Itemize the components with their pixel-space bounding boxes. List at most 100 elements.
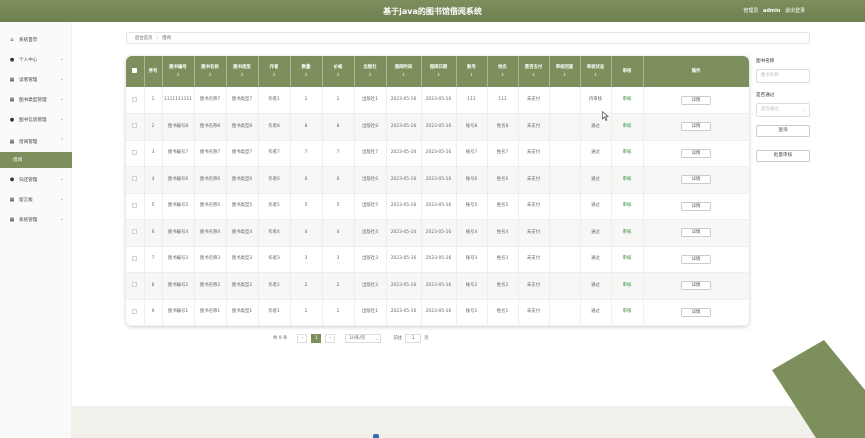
- page-size-select[interactable]: 10条/页 ⌄: [345, 333, 382, 343]
- row-select-cell: [126, 193, 145, 220]
- sidebar-item-book-types[interactable]: ▦ 图书类型管理 ⌄: [0, 91, 72, 109]
- table-cell: 出版社1: [354, 87, 387, 114]
- row-checkbox[interactable]: [132, 202, 138, 208]
- sort-icon[interactable]: ⇕: [388, 72, 420, 78]
- goto-page-input[interactable]: 1: [405, 333, 422, 343]
- grid-icon: ▦: [9, 77, 15, 83]
- row-checkbox[interactable]: [132, 176, 138, 182]
- column-header[interactable]: 图书名称 ⇕: [194, 56, 227, 87]
- row-select-cell: [126, 246, 145, 273]
- sort-icon[interactable]: ⇕: [551, 72, 579, 78]
- column-header[interactable]: 审核状态 ⇕: [580, 56, 612, 87]
- sidebar-item-readers[interactable]: ▦ 读者管理 ⌄: [0, 71, 72, 89]
- table-cell: 未支付: [518, 299, 550, 326]
- sort-icon[interactable]: ⇕: [423, 72, 455, 78]
- table-cell: 账号2: [456, 272, 488, 300]
- table-cell: 未支付: [518, 246, 550, 273]
- sort-icon[interactable]: ⇕: [458, 72, 486, 78]
- pass-filter-select[interactable]: 是否通过 ⌄: [756, 103, 810, 117]
- audit-link[interactable]: 审核: [623, 256, 632, 261]
- row-checkbox[interactable]: [132, 149, 138, 155]
- home-icon: ⌂: [10, 37, 14, 43]
- detail-button[interactable]: 详情: [681, 307, 711, 317]
- grid-icon: ▦: [9, 97, 15, 103]
- column-header[interactable]: 价格 ⇕: [322, 56, 355, 87]
- column-header[interactable]: 数量 ⇕: [290, 56, 323, 87]
- row-checkbox[interactable]: [132, 308, 138, 314]
- audit-link[interactable]: 审核: [623, 150, 632, 155]
- app-title: 基于java的图书馆借阅系统: [383, 7, 482, 16]
- table-cell: [549, 166, 581, 194]
- batch-audit-button[interactable]: 批量审核: [756, 150, 810, 162]
- audit-link[interactable]: 审核: [623, 309, 632, 314]
- row-checkbox[interactable]: [132, 96, 138, 102]
- row-checkbox[interactable]: [132, 123, 138, 129]
- detail-button[interactable]: 详情: [681, 228, 711, 238]
- table-cell: 姓名2: [487, 272, 519, 300]
- table-row: 2 图书编号8 图书名称8 图书类型8 作者8 8 8 出版社8 2023-05-16 2023-…: [126, 113, 749, 141]
- column-header[interactable]: 图书类型 ⇕: [226, 56, 259, 87]
- sidebar-item-profile[interactable]: ● 个人中心 ⌄: [0, 51, 72, 69]
- column-header[interactable]: 审核回复 ⇕: [549, 56, 581, 87]
- audit-cell: 审核: [611, 272, 644, 300]
- column-header[interactable]: 账号 ⇕: [456, 56, 488, 87]
- table-cell: 3: [144, 140, 163, 167]
- audit-link[interactable]: 审核: [623, 97, 632, 102]
- sort-icon[interactable]: ⇕: [260, 72, 289, 78]
- page-1-button[interactable]: 1: [311, 333, 322, 343]
- prev-page-button[interactable]: ‹: [297, 333, 308, 343]
- audit-link[interactable]: 审核: [623, 283, 632, 288]
- row-checkbox[interactable]: [132, 255, 138, 261]
- table-cell: 通过: [580, 272, 612, 300]
- scrollbar-thumb[interactable]: [373, 434, 379, 438]
- sort-icon[interactable]: ⇕: [228, 72, 257, 78]
- audit-link[interactable]: 审核: [623, 124, 632, 129]
- sort-icon[interactable]: ⇕: [196, 72, 225, 78]
- breadcrumb-home[interactable]: 后台首页: [135, 35, 153, 41]
- sidebar-item-book-info[interactable]: ● 图书信息管理 ⌄: [0, 111, 72, 129]
- sort-icon[interactable]: ⇕: [520, 72, 548, 78]
- column-header[interactable]: 借阅时间 ⇕: [386, 56, 422, 87]
- book-name-input[interactable]: 图书名称: [756, 69, 810, 83]
- sort-icon[interactable]: ⇕: [356, 72, 385, 78]
- detail-button[interactable]: 详情: [681, 201, 711, 211]
- detail-button[interactable]: 详情: [681, 148, 711, 158]
- audit-link[interactable]: 审核: [623, 177, 632, 182]
- sort-icon[interactable]: ⇕: [489, 72, 517, 78]
- detail-button[interactable]: 详情: [681, 281, 711, 291]
- table-cell: 1: [144, 87, 163, 114]
- audit-link[interactable]: 审核: [623, 203, 632, 208]
- row-checkbox[interactable]: [132, 282, 138, 288]
- goto-prefix: 前往: [393, 336, 403, 341]
- column-header-label: 出版社: [363, 65, 377, 70]
- column-header[interactable]: 图书编号 ⇕: [162, 56, 195, 87]
- column-header[interactable]: 借阅日期 ⇕: [421, 56, 457, 87]
- table-cell: 2023-05-16: [421, 113, 457, 141]
- detail-button[interactable]: 详情: [681, 254, 711, 264]
- sort-icon[interactable]: ⇕: [582, 72, 610, 78]
- audit-link[interactable]: 审核: [623, 230, 632, 235]
- sidebar-item-messages[interactable]: ▦ 留言板 ⌄: [0, 191, 72, 209]
- logout-link[interactable]: 退出登录: [785, 8, 805, 14]
- sort-icon[interactable]: ⇕: [292, 72, 321, 78]
- sidebar-item-home[interactable]: ⌂ 系统首页: [0, 31, 72, 49]
- sort-icon[interactable]: ⇕: [324, 72, 353, 78]
- sidebar-item-return[interactable]: ⬢ 归还管理 ⌄: [0, 171, 72, 189]
- column-header[interactable]: 是否支付 ⇕: [518, 56, 550, 87]
- detail-button[interactable]: 详情: [681, 122, 711, 132]
- sidebar-item-system[interactable]: ▦ 系统管理 ⌄: [0, 211, 72, 229]
- detail-button[interactable]: 详情: [681, 175, 711, 185]
- sidebar-subitem-borrow[interactable]: 借阅: [0, 152, 72, 168]
- query-button[interactable]: 查询: [756, 125, 810, 137]
- column-header[interactable]: 出版社 ⇕: [354, 56, 387, 87]
- row-select-cell: [126, 87, 145, 114]
- next-page-button[interactable]: ›: [325, 333, 336, 343]
- column-header[interactable]: 作者 ⇕: [258, 56, 291, 87]
- select-all-checkbox[interactable]: [132, 68, 138, 73]
- row-checkbox[interactable]: [132, 229, 138, 235]
- table-cell: 作者2: [258, 272, 291, 300]
- detail-button[interactable]: 详情: [681, 95, 711, 105]
- column-header[interactable]: 姓名 ⇕: [487, 56, 519, 87]
- sidebar-item-borrow[interactable]: ▦ 借阅管理 ⌃: [0, 133, 72, 151]
- sort-icon[interactable]: ⇕: [164, 72, 193, 78]
